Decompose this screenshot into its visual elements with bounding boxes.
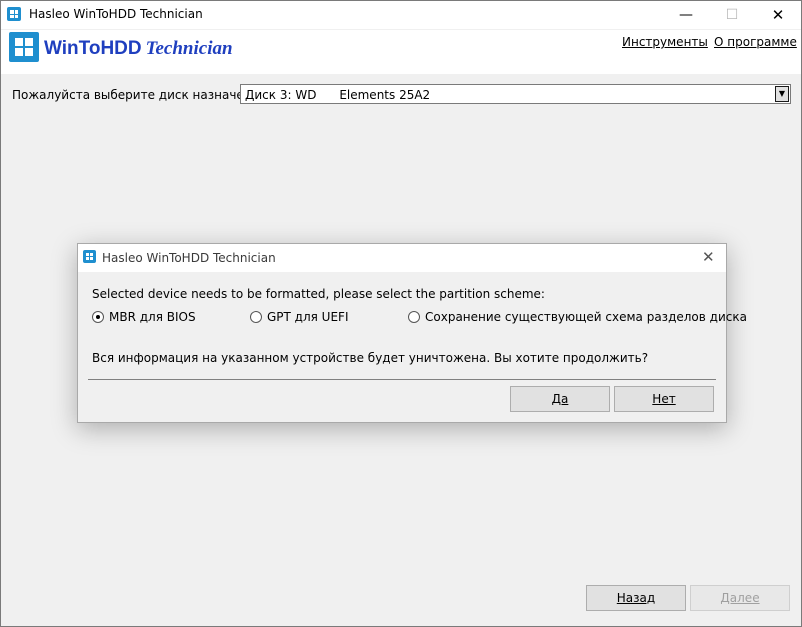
- radio-mbr-bios[interactable]: MBR для BIOS: [92, 310, 196, 324]
- radio-unchecked-icon[interactable]: [408, 311, 420, 323]
- dialog-title: Hasleo WinToHDD Technician: [102, 251, 276, 265]
- minimize-button[interactable]: —: [663, 1, 709, 29]
- radio-gpt-label: GPT для UEFI: [267, 310, 349, 324]
- brand-main: WinToHDD: [44, 38, 142, 59]
- back-button-label: Назад: [616, 591, 656, 605]
- brand-title: WinToHDD Technician: [44, 38, 233, 60]
- radio-checked-icon[interactable]: [92, 311, 104, 323]
- radio-mbr-label: MBR для BIOS: [109, 310, 196, 324]
- window-title: Hasleo WinToHDD Technician: [29, 7, 203, 21]
- app-window: Hasleo WinToHDD Technician — ☐ ✕ WinToHD…: [0, 0, 802, 627]
- no-button-label: Нет: [652, 392, 676, 406]
- menu-tools-link[interactable]: Инструменты: [622, 35, 708, 49]
- dialog-title-bar: Hasleo WinToHDD Technician ✕: [78, 244, 726, 272]
- disk-select-dropdown[interactable]: Диск 3: WD Elements 25A2 ▼: [240, 84, 791, 104]
- close-button[interactable]: ✕: [755, 1, 801, 29]
- brand-sub: Technician: [145, 38, 233, 59]
- yes-button[interactable]: Да: [510, 386, 610, 412]
- radio-keep-existing[interactable]: Сохранение существующей схема разделов д…: [408, 310, 747, 324]
- disk-select-value: Диск 3: WD Elements 25A2: [245, 88, 431, 102]
- maximize-button[interactable]: ☐: [709, 1, 755, 29]
- app-windows-logo-icon: [7, 7, 21, 21]
- chevron-down-icon[interactable]: ▼: [775, 86, 789, 102]
- brand-windows-logo-icon: [9, 32, 39, 62]
- next-button-label: Далее: [720, 591, 760, 605]
- dialog-windows-logo-icon: [83, 250, 96, 263]
- menu-about-link[interactable]: О программе: [714, 35, 797, 49]
- radio-gpt-uefi[interactable]: GPT для UEFI: [250, 310, 349, 324]
- dialog-warning: Вся информация на указанном устройстве б…: [92, 351, 649, 365]
- radio-keep-label: Сохранение существующей схема разделов д…: [425, 310, 747, 324]
- dialog-separator: [88, 379, 716, 380]
- no-button[interactable]: Нет: [614, 386, 714, 412]
- partition-scheme-dialog: Hasleo WinToHDD Technician ✕ Selected de…: [77, 243, 747, 423]
- title-bar: Hasleo WinToHDD Technician — ☐ ✕: [1, 1, 801, 29]
- dialog-close-button[interactable]: ✕: [702, 248, 715, 266]
- disk-select-label: Пожалуйста выберите диск назначения:: [12, 88, 271, 102]
- back-button[interactable]: Назад: [586, 585, 686, 611]
- radio-unchecked-icon[interactable]: [250, 311, 262, 323]
- yes-button-label: Да: [551, 392, 569, 406]
- next-button[interactable]: Далее: [690, 585, 790, 611]
- dialog-prompt: Selected device needs to be formatted, p…: [92, 287, 545, 301]
